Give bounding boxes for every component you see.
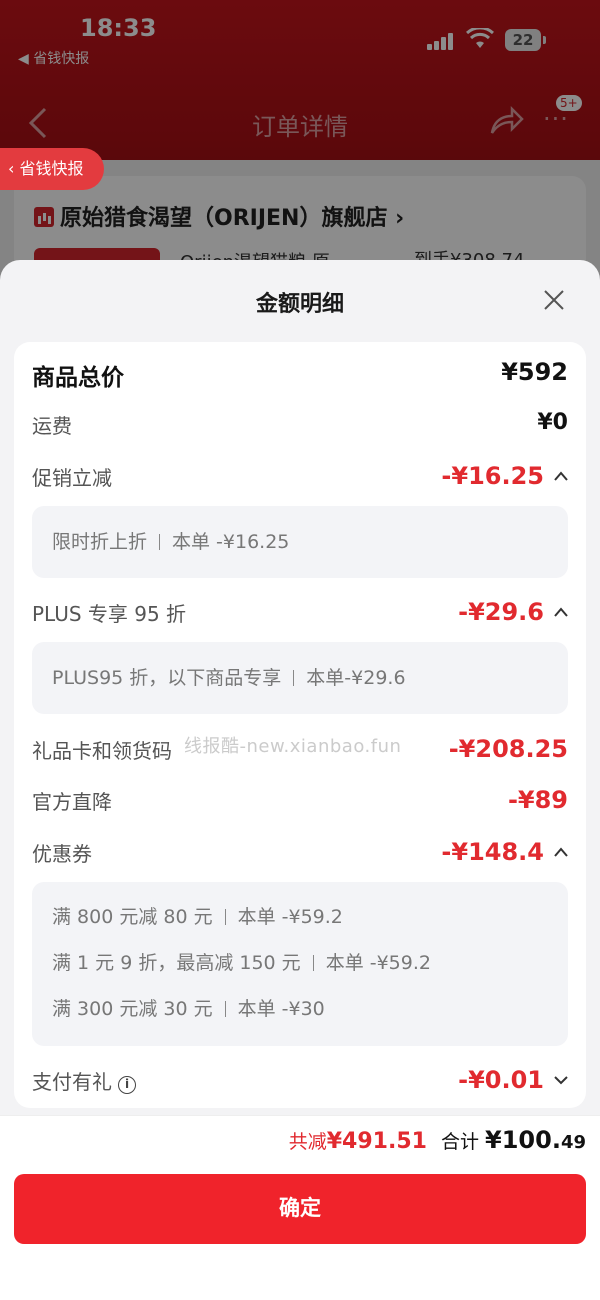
official-discount-label: 官方直降: [32, 790, 112, 814]
plus-detail-line: PLUS95 折，以下商品专享 本单-¥29.6: [52, 667, 406, 689]
summary-row: 共减¥491.51 合计 ¥100.49: [289, 1126, 586, 1154]
promo-label: 促销立减: [32, 466, 112, 490]
close-icon[interactable]: [540, 286, 568, 314]
savings-news-tab[interactable]: ‹ 省钱快报: [0, 148, 104, 190]
chevron-up-icon[interactable]: [554, 607, 568, 617]
amount-detail-panel: 商品总价 ¥592 运费 ¥0 促销立减 -¥16.25 限时折上折 本单 -¥1…: [14, 342, 586, 1108]
coupon-label: 优惠券: [32, 842, 92, 866]
chevron-up-icon[interactable]: [554, 471, 568, 481]
promo-detail-line: 限时折上折 本单 -¥16.25: [52, 531, 290, 553]
giftcard-label: 礼品卡和领货码: [32, 739, 172, 763]
coupon-detail-line: 满 800 元减 80 元本单 -¥59.2: [52, 906, 343, 928]
coupon-detail-line: 满 300 元减 30 元本单 -¥30: [52, 998, 325, 1020]
plus-detail-box: PLUS95 折，以下商品专享 本单-¥29.6: [32, 642, 568, 714]
plus-label: PLUS 专享 95 折: [32, 602, 187, 626]
promo-detail-box: 限时折上折 本单 -¥16.25: [32, 506, 568, 578]
coupon-value: -¥148.4: [441, 838, 544, 866]
row-payment-gift[interactable]: 支付有礼 i -¥0.01: [32, 1066, 568, 1096]
payment-gift-value: -¥0.01: [458, 1066, 544, 1094]
coupon-detail-line: 满 1 元 9 折，最高减 150 元本单 -¥59.2: [52, 952, 431, 974]
payment-gift-label: 支付有礼 i: [32, 1066, 136, 1095]
amount-detail-sheet: 金额明细 商品总价 ¥592 运费 ¥0 促销立减 -¥16.25 限时折上折本…: [0, 260, 600, 1300]
plus-value: -¥29.6: [458, 598, 544, 626]
goods-total-label: 商品总价: [32, 365, 124, 391]
row-promo[interactable]: 促销立减 -¥16.25: [32, 462, 568, 492]
promo-value: -¥16.25: [441, 462, 544, 490]
confirm-button[interactable]: 确定: [14, 1174, 586, 1244]
row-coupon[interactable]: 优惠券 -¥148.4: [32, 838, 568, 868]
sheet-title: 金额明细: [255, 292, 344, 317]
sheet-footer: 共减¥491.51 合计 ¥100.49 确定: [0, 1115, 600, 1300]
goods-total-value: ¥592: [501, 358, 568, 386]
total-saved: 共减¥491.51: [288, 1129, 427, 1154]
shipping-value: ¥0: [537, 410, 568, 435]
row-shipping: 运费 ¥0: [32, 410, 568, 440]
row-official-discount: 官方直降 -¥89: [32, 786, 568, 816]
row-giftcard: 礼品卡和领货码 -¥208.25: [32, 735, 568, 765]
info-icon[interactable]: i: [118, 1076, 136, 1094]
row-plus[interactable]: PLUS 专享 95 折 -¥29.6: [32, 598, 568, 628]
order-total: 合计 ¥100.49: [440, 1126, 586, 1154]
row-goods-total: 商品总价 ¥592: [32, 358, 568, 391]
coupon-detail-box: 满 800 元减 80 元本单 -¥59.2 满 1 元 9 折，最高减 150…: [32, 882, 568, 1046]
giftcard-value: -¥208.25: [448, 735, 568, 763]
chevron-down-icon[interactable]: [554, 1075, 568, 1085]
shipping-label: 运费: [32, 414, 72, 438]
official-discount-value: -¥89: [507, 786, 568, 814]
chevron-up-icon[interactable]: [554, 847, 568, 857]
